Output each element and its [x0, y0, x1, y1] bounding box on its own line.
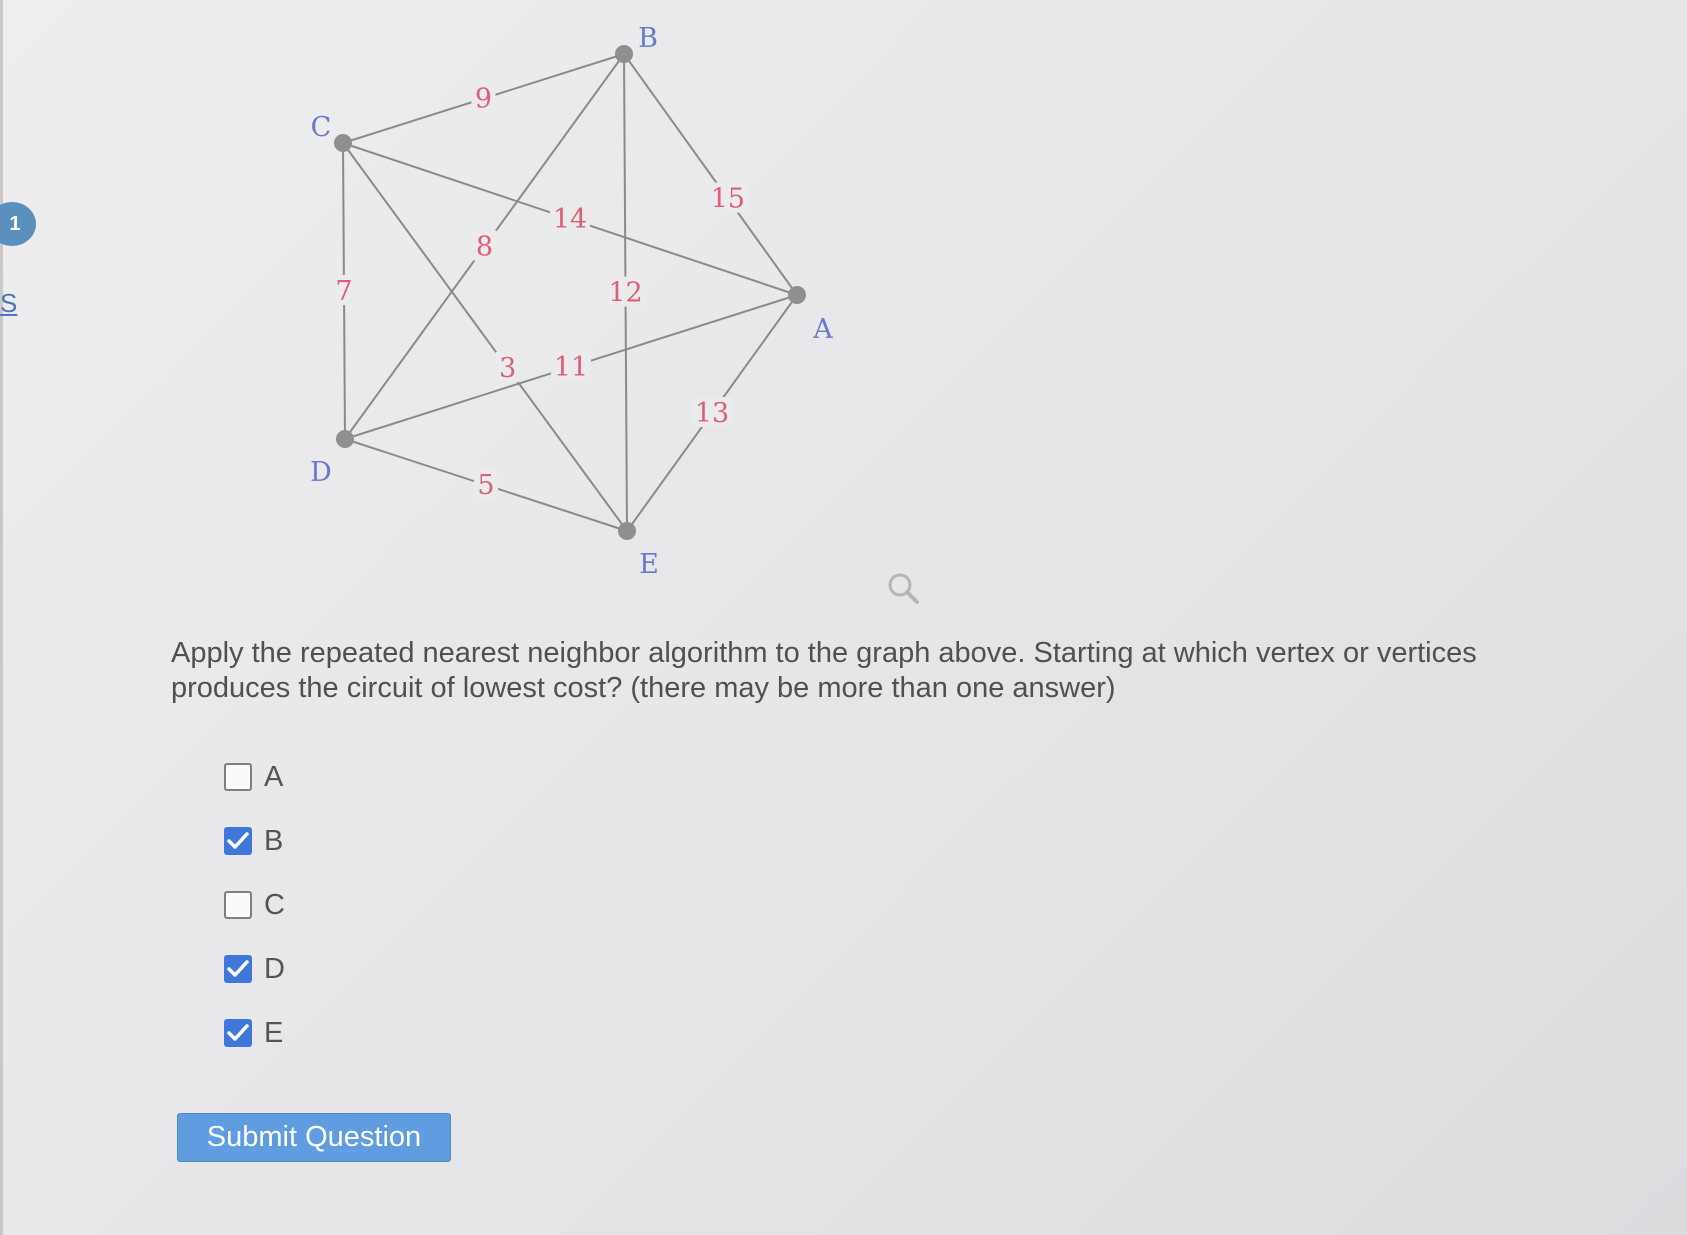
vertex-label: C [311, 112, 332, 143]
edge-weight-label: 9 [475, 84, 492, 115]
weighted-graph: 9 15 14 8 7 12 3 11 13 5 A B C D E [310, 23, 833, 580]
option-label: A [264, 760, 284, 793]
option-label: B [264, 824, 284, 857]
option-d[interactable]: D [224, 937, 285, 1001]
option-label: E [264, 1016, 284, 1049]
checkmark-icon [227, 1024, 249, 1041]
option-b[interactable]: B [224, 809, 285, 873]
edge-B-A [623, 53, 798, 296]
magnifier-icon[interactable] [887, 572, 921, 611]
checkmark-icon [227, 960, 249, 977]
vertex-B [615, 45, 633, 63]
vertex-C [334, 134, 352, 152]
question-text: Apply the repeated nearest neighbor algo… [171, 637, 1477, 704]
checkbox-unchecked[interactable] [224, 891, 252, 919]
edge-weight-label: 15 [711, 184, 745, 215]
vertex-A [788, 286, 806, 304]
answer-options: A B C D E [224, 745, 285, 1065]
edge-weight-label: 13 [695, 398, 729, 429]
checkmark-icon [227, 832, 249, 849]
submit-question-button[interactable]: Submit Question [177, 1113, 451, 1162]
vertex-label: A [812, 314, 833, 345]
checkbox-checked[interactable] [224, 827, 252, 855]
option-a[interactable]: A [224, 745, 285, 809]
checkbox-unchecked[interactable] [224, 763, 252, 791]
edge-weight-label: 3 [499, 353, 516, 384]
edge-weight-label: 5 [477, 470, 494, 501]
vertex-D [336, 430, 354, 448]
vertex-label: B [638, 23, 658, 54]
edge-weight-label: 11 [554, 352, 588, 383]
option-c[interactable]: C [224, 873, 285, 937]
edge-weight-label: 7 [335, 276, 352, 307]
vertex-label: E [639, 549, 659, 580]
checkbox-checked[interactable] [224, 955, 252, 983]
edge-weight-label: 12 [608, 278, 642, 309]
edge-weight-label: 8 [476, 232, 493, 263]
vertex-E [618, 522, 636, 540]
option-label: D [264, 952, 285, 985]
option-e[interactable]: E [224, 1001, 285, 1065]
edge-weight-label: 14 [553, 204, 587, 235]
vertex-label: D [310, 457, 332, 488]
checkbox-checked[interactable] [224, 1019, 252, 1047]
option-label: C [264, 888, 285, 921]
